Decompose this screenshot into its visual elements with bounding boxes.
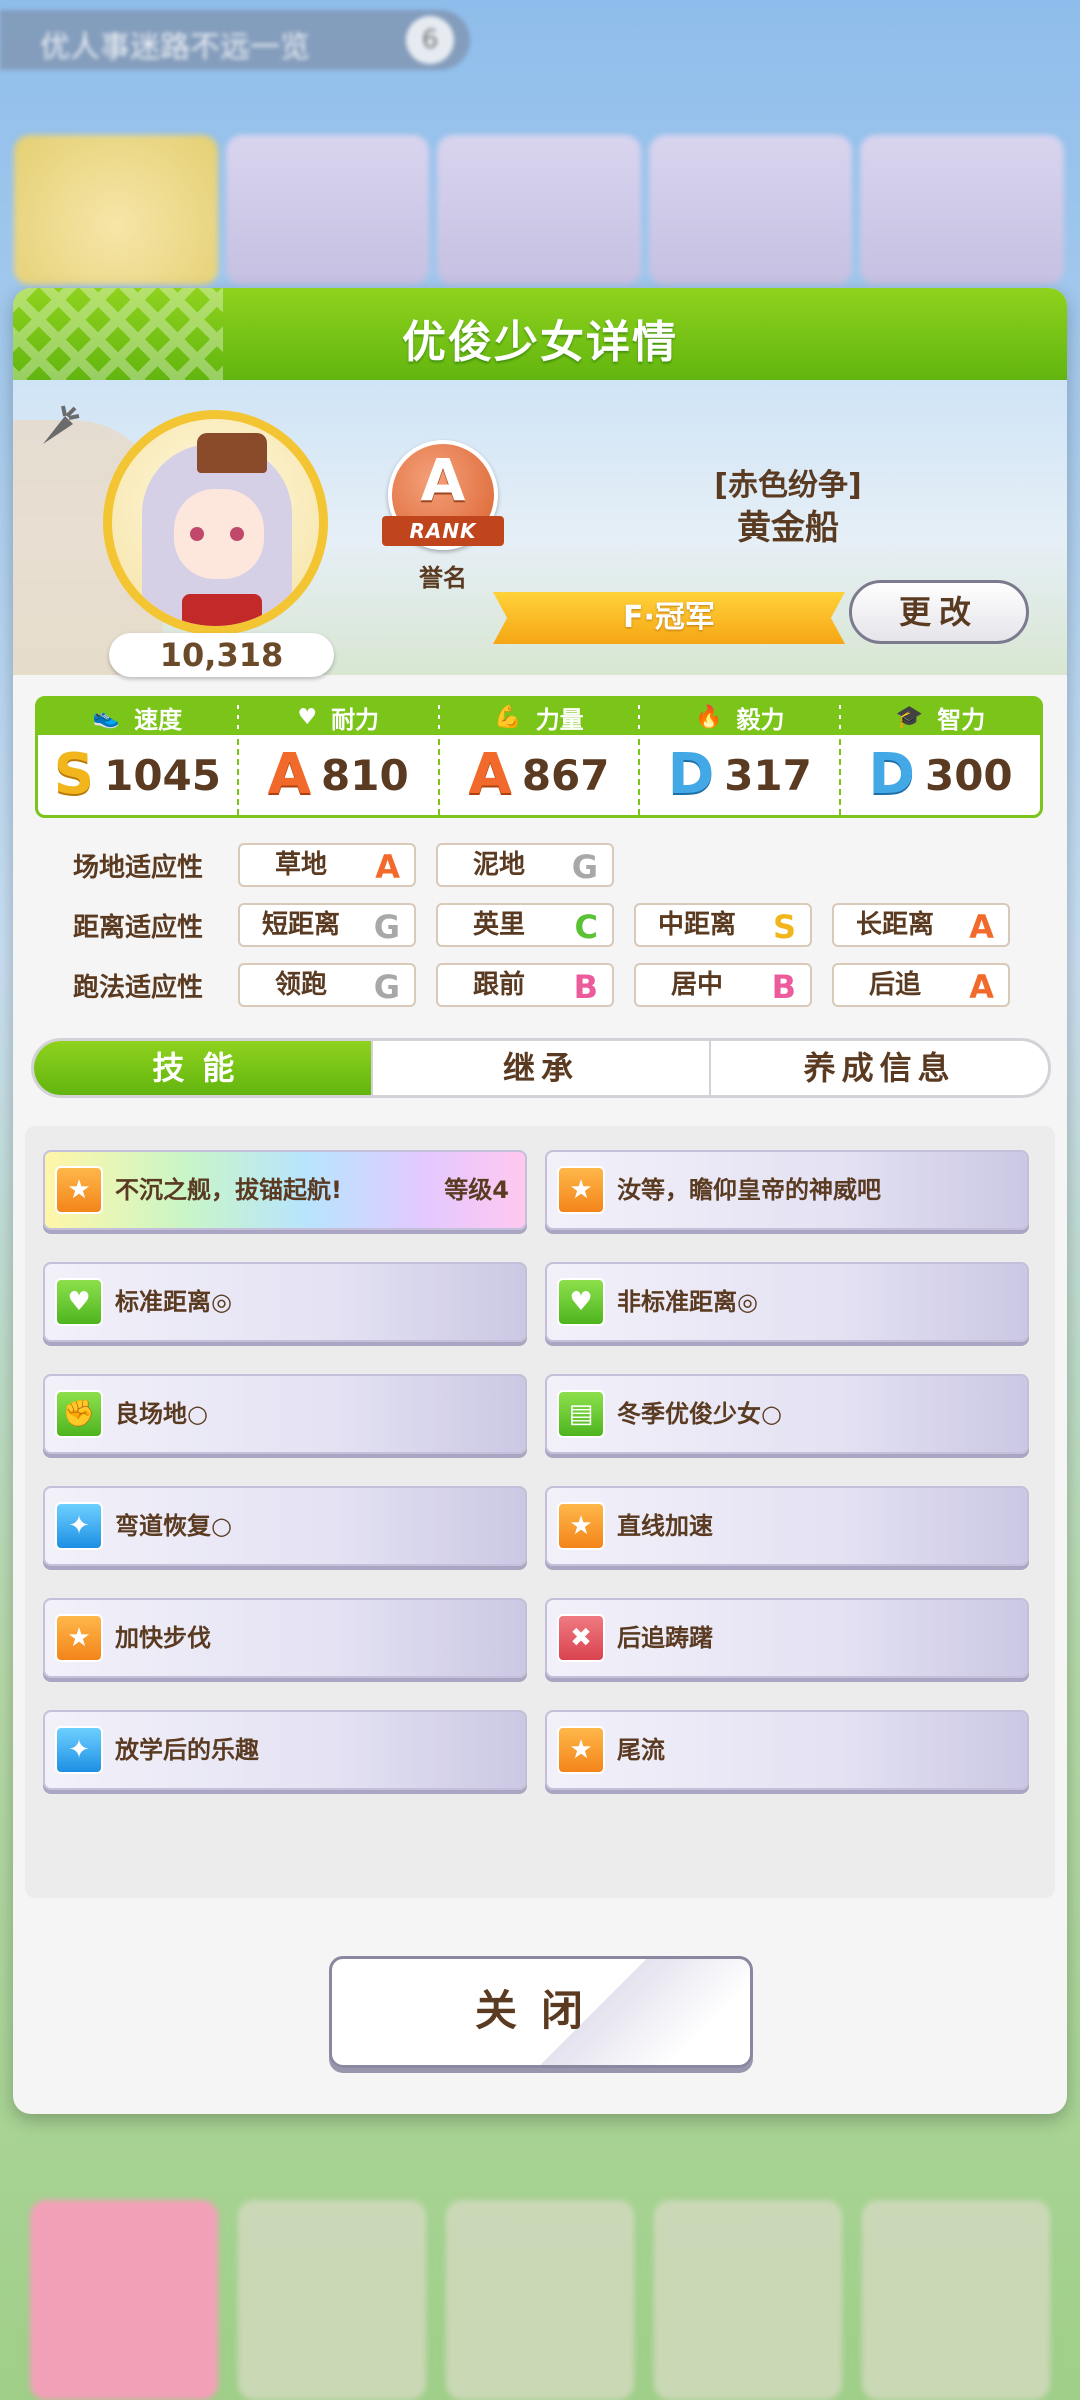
aptitude-pace-chaser: 跟前 B	[436, 963, 614, 1007]
background-character-card	[860, 135, 1064, 285]
aptitude-end-closer: 后追 A	[832, 963, 1010, 1007]
heart-icon: ♥	[297, 704, 318, 730]
aptitude-medium: 中距离 S	[634, 903, 812, 947]
skill-item[interactable]: ▤ 冬季优俊少女○	[545, 1374, 1029, 1454]
stat-value: 810	[321, 750, 409, 800]
background-nav-item	[654, 2200, 842, 2400]
skill-muscle-icon: ✊	[55, 1390, 103, 1438]
skill-sparkle-icon: ✦	[55, 1502, 103, 1550]
skill-level: 等级4	[444, 1176, 509, 1204]
character-name: 黄金船	[737, 508, 839, 548]
track-aptitude-row: 场地适应性	[43, 843, 233, 887]
stats-panel: 👟 速度 S 1045 ♥ 耐力 A 810 💪 力量 A 867 🔥 毅力 D 317 🎓 智力…	[35, 696, 1043, 818]
tab-training-info[interactable]: 养成信息	[709, 1041, 1048, 1095]
background-character-card	[437, 135, 641, 285]
distance-aptitude-row: 距离适应性	[43, 903, 233, 947]
umamusume-detail-dialog: 优俊少女详情 10,318 A RANK 誉名 [赤色纷争] 黄金船 F·冠军 …	[13, 288, 1067, 2114]
rank-badge: A RANK	[382, 440, 504, 550]
skill-heart-icon: ♥	[55, 1278, 103, 1326]
tab-skills[interactable]: 技能	[34, 1041, 371, 1095]
aptitude-mile: 英里 C	[436, 903, 614, 947]
background-character-card	[14, 135, 218, 285]
stat-wisdom: 🎓 智力 D 300	[841, 699, 1040, 815]
stat-guts: 🔥 毅力 D 317	[640, 699, 842, 815]
skill-sparkle-icon: ✦	[55, 1726, 103, 1774]
stat-grade: A	[267, 742, 312, 807]
close-button[interactable]: 关闭	[329, 1956, 753, 2068]
stat-grade: D	[868, 742, 915, 807]
background-character-card	[648, 135, 853, 285]
skill-item[interactable]: ✦ 放学后的乐趣	[43, 1710, 527, 1790]
skill-rush-icon: ★	[557, 1726, 605, 1774]
background-nav-item	[30, 2200, 218, 2400]
stat-grade: A	[468, 742, 512, 807]
skill-item[interactable]: ★ 尾流	[545, 1710, 1029, 1790]
skill-card-icon: ▤	[557, 1390, 605, 1438]
background-character-card	[225, 135, 430, 285]
character-portrait[interactable]	[103, 410, 328, 635]
stat-grade: D	[667, 742, 715, 807]
carrot-icon	[43, 405, 80, 444]
shoe-icon: 👟	[92, 704, 121, 730]
aptitude-sprint: 短距离 G	[238, 903, 416, 947]
title-banner: F·冠军	[493, 592, 845, 644]
profile-section: 10,318 A RANK 誉名 [赤色纷争] 黄金船 F·冠军 更改	[13, 380, 1067, 677]
skill-rush-icon: ★	[55, 1614, 103, 1662]
dialog-title: 优俊少女详情	[402, 317, 678, 368]
background-top-bar-text: 优人事迷路不远一览	[40, 30, 310, 65]
background-character-list	[14, 135, 1064, 285]
aptitude-dirt: 泥地 G	[436, 843, 614, 887]
skill-heart-icon: ♥	[557, 1278, 605, 1326]
stat-stamina: ♥ 耐力 A 810	[238, 699, 440, 815]
stat-value: 317	[724, 750, 812, 800]
skill-item[interactable]: ★ 汝等，瞻仰皇帝的神威吧	[545, 1150, 1029, 1230]
stat-grade: S	[53, 742, 95, 807]
skill-item[interactable]: ★ 直线加速	[545, 1486, 1029, 1566]
skill-item[interactable]: ♥ 标准距离◎	[43, 1262, 527, 1342]
stat-value: 1045	[104, 750, 222, 800]
dialog-header: 优俊少女详情	[13, 288, 1067, 380]
skill-rush-icon: ★	[55, 1166, 103, 1214]
stat-value: 300	[924, 750, 1013, 800]
stat-speed: 👟 速度 S 1045	[38, 699, 239, 815]
aptitude-label: 距离适应性	[72, 912, 203, 943]
skill-item[interactable]: ★ 不沉之舰，拔锚起航! 等级4	[43, 1150, 527, 1230]
fan-count: 10,318	[109, 633, 334, 677]
muscle-icon: 💪	[494, 704, 522, 730]
graduation-cap-icon: 🎓	[895, 704, 924, 730]
style-aptitude-row: 跑法适应性	[43, 963, 233, 1007]
rank-caption: 誉名	[419, 564, 467, 592]
rank-grade: A	[420, 446, 466, 514]
aptitude-label: 场地适应性	[72, 852, 203, 883]
skill-rush-icon: ★	[557, 1166, 605, 1214]
aptitude-label: 跑法适应性	[72, 972, 203, 1003]
skill-item[interactable]: ★ 加快步伐	[43, 1598, 527, 1678]
skill-debuff-icon: ✖	[557, 1614, 605, 1662]
character-epithet: [赤色纷争]	[714, 468, 862, 503]
background-nav-item	[862, 2200, 1050, 2400]
stat-power: 💪 力量 A 867	[439, 699, 641, 815]
skill-item[interactable]: ♥ 非标准距离◎	[545, 1262, 1029, 1342]
background-bottom-nav	[0, 2200, 1080, 2400]
background-nav-item	[446, 2200, 634, 2400]
background-badge: 6	[406, 16, 454, 64]
aptitude-late-surger: 居中 B	[634, 963, 812, 1007]
stat-value: 867	[521, 750, 610, 800]
detail-tabs: 技能 继承 养成信息	[31, 1038, 1051, 1098]
aptitude-front-runner: 领跑 G	[238, 963, 416, 1007]
rank-ribbon: RANK	[382, 516, 504, 546]
background-nav-item	[238, 2200, 426, 2400]
skill-rush-icon: ★	[557, 1502, 605, 1550]
aptitude-long: 长距离 A	[832, 903, 1010, 947]
skill-item[interactable]: ✊ 良场地○	[43, 1374, 527, 1454]
skill-list: ★ 不沉之舰，拔锚起航! 等级4 ★ 汝等，瞻仰皇帝的神威吧 ♥ 标准距离◎ ♥…	[25, 1126, 1055, 1898]
aptitude-turf: 草地 A	[238, 843, 416, 887]
skill-item[interactable]: ✦ 弯道恢复○	[43, 1486, 527, 1566]
background-top-bar: 优人事迷路不远一览 6	[0, 10, 470, 70]
skill-item[interactable]: ✖ 后追踌躇	[545, 1598, 1029, 1678]
change-title-button[interactable]: 更改	[849, 580, 1029, 644]
flame-icon: 🔥	[695, 704, 723, 730]
tab-inheritance[interactable]: 继承	[370, 1041, 710, 1095]
